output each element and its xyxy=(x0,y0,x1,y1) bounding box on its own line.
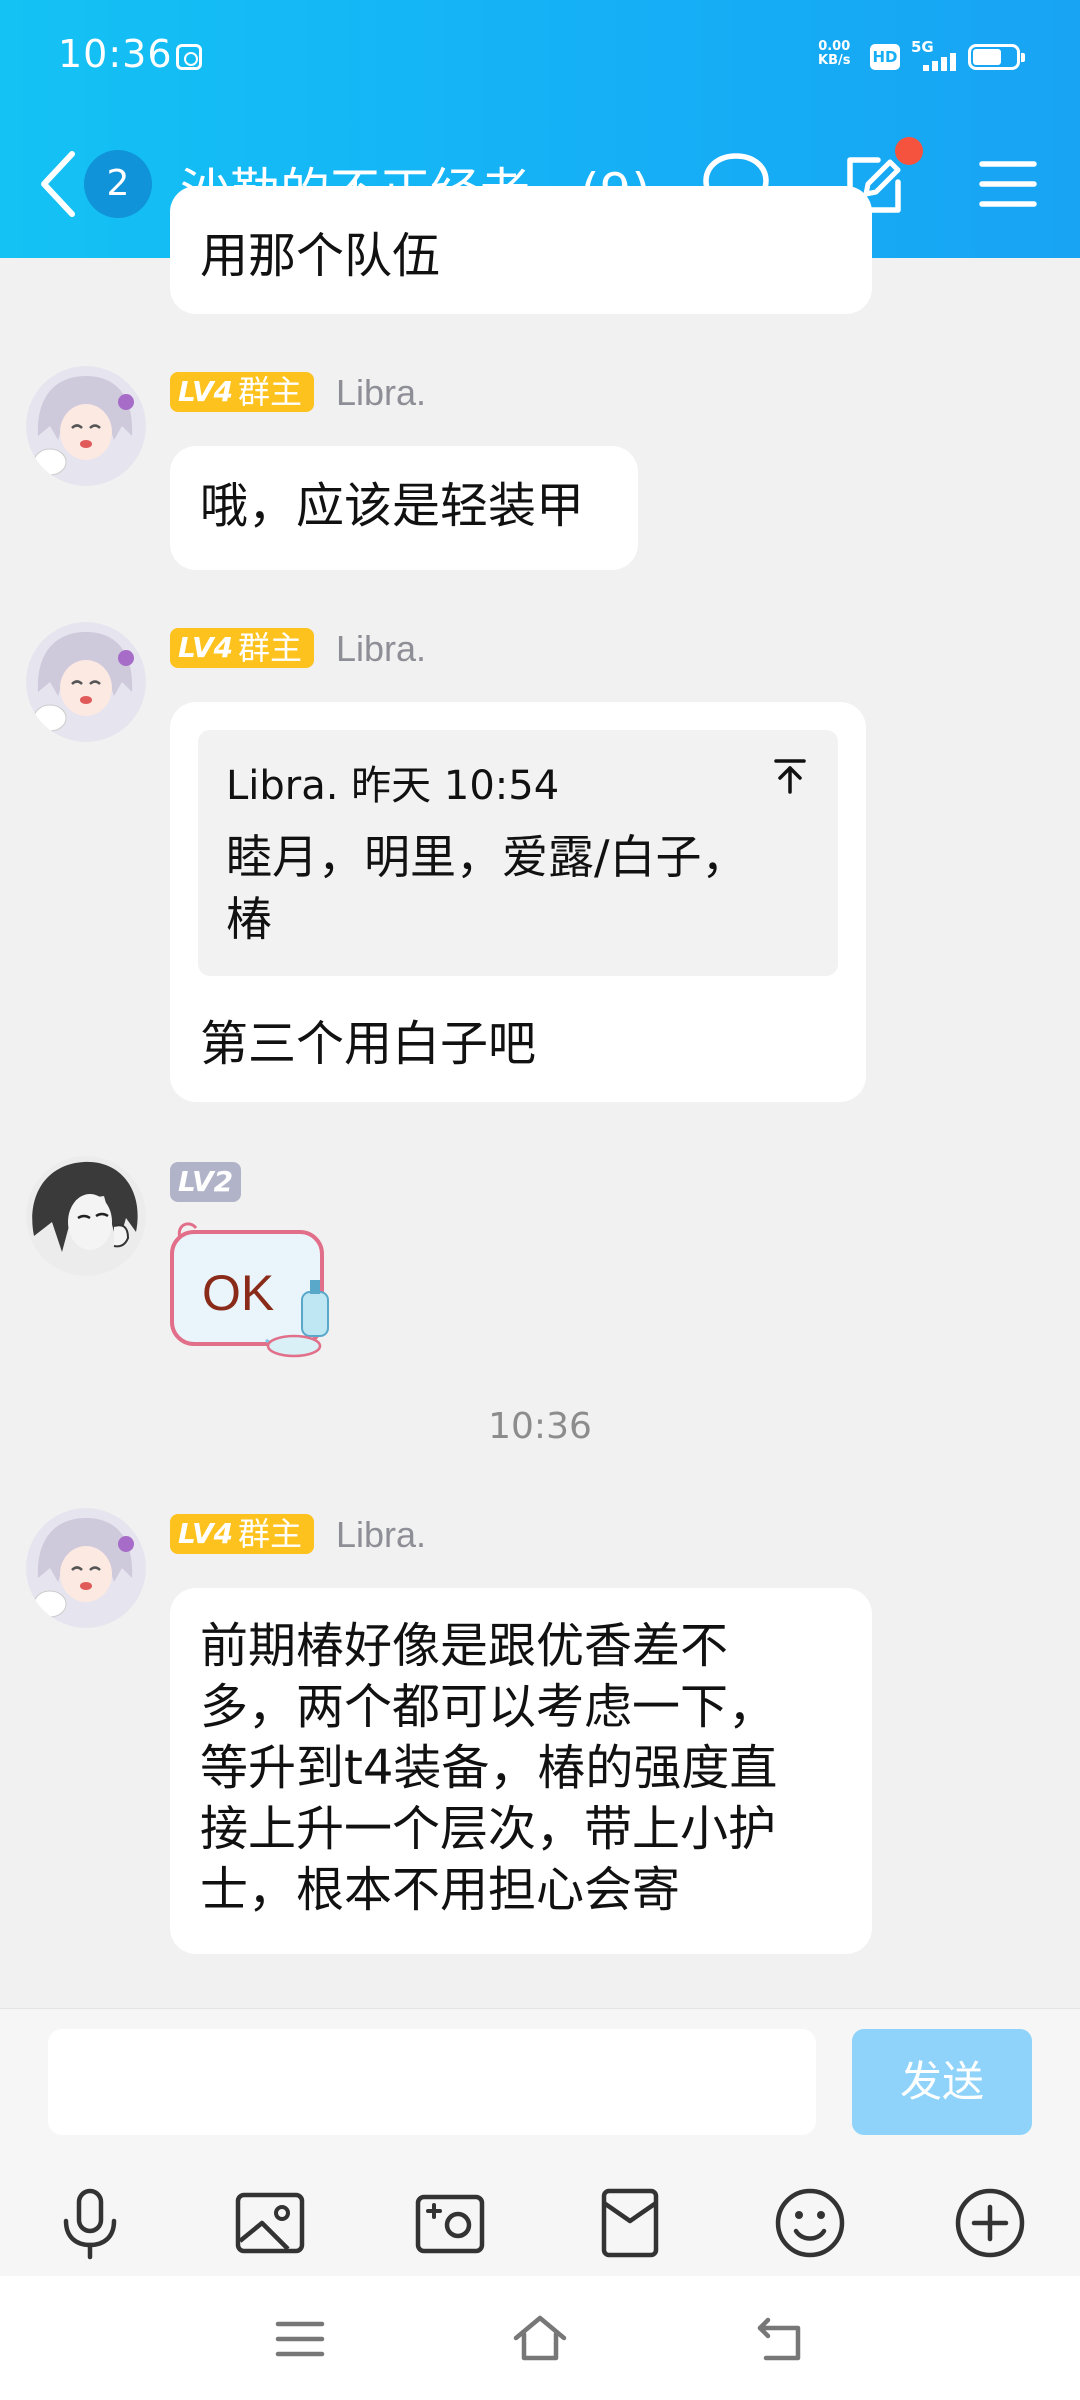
voice-button[interactable] xyxy=(52,2185,128,2261)
menu-button[interactable] xyxy=(972,148,1044,220)
red-packet-button[interactable] xyxy=(592,2185,668,2261)
sender-name[interactable]: Libra. xyxy=(336,1514,426,1556)
image-icon xyxy=(235,2192,305,2254)
back-button[interactable] xyxy=(36,148,80,220)
menu-icon xyxy=(979,161,1037,207)
message-text: 第三个用白子吧 xyxy=(200,1016,537,1072)
message-line: 接上升一个层次，带上小护 xyxy=(200,1801,777,1857)
quoted-message[interactable]: Libra. 昨天 10:54 睦月，明里，爱露/白子， 椿 xyxy=(198,730,838,976)
message-line: 士，根本不用担心会寄 xyxy=(200,1862,681,1918)
sticker-text: OK xyxy=(202,1265,274,1321)
network-speed: 0.00 KB/s xyxy=(818,40,850,68)
message-text: 哦，应该是轻装甲 xyxy=(200,478,585,534)
quote-text: 睦月，明里，爱露/白子， 椿 xyxy=(226,826,786,950)
level-badge: LV4 xyxy=(170,372,242,412)
red-packet-icon xyxy=(601,2188,659,2258)
home-button[interactable] xyxy=(512,2314,568,2364)
level-badge: LV2 xyxy=(170,1162,242,1202)
camera-icon xyxy=(415,2194,485,2254)
time-divider: 10:36 xyxy=(488,1406,592,1447)
message-bubble[interactable]: 哦，应该是轻装甲 xyxy=(170,446,638,570)
message-input[interactable] xyxy=(48,2029,816,2135)
avatar[interactable] xyxy=(26,1508,146,1628)
owner-badge: 群主 xyxy=(232,628,315,668)
quote-line: 睦月，明里，爱露/白子， xyxy=(226,830,748,884)
home-icon xyxy=(513,2315,567,2361)
avatar[interactable] xyxy=(26,622,146,742)
quote-author-time: Libra. 昨天 10:54 xyxy=(226,763,560,809)
message-line: 等升到t4装备，椿的强度直 xyxy=(200,1740,778,1796)
system-nav-bar xyxy=(0,2276,1080,2400)
microphone-icon xyxy=(63,2188,117,2260)
owner-badge: 群主 xyxy=(232,372,315,412)
system-back-button[interactable] xyxy=(752,2314,808,2364)
app-notification-icon xyxy=(176,44,202,70)
network-speed-unit: KB/s xyxy=(818,53,851,68)
ok-sticker[interactable]: OK xyxy=(166,1218,340,1362)
return-icon xyxy=(757,2317,801,2361)
message-text: 用那个队伍 xyxy=(200,228,441,284)
jump-to-quote-icon[interactable] xyxy=(772,756,808,796)
recent-apps-button[interactable] xyxy=(272,2314,328,2364)
camera-button[interactable] xyxy=(412,2185,488,2261)
message-line: 多，两个都可以考虑一下， xyxy=(200,1679,777,1735)
network-speed-value: 0.00 xyxy=(818,39,851,54)
quote-line: 椿 xyxy=(226,892,272,946)
recent-apps-icon xyxy=(275,2321,325,2357)
message-bubble[interactable]: 前期椿好像是跟优香差不 多，两个都可以考虑一下， 等升到t4装备，椿的强度直 接… xyxy=(170,1588,872,1954)
plus-icon xyxy=(955,2188,1025,2258)
image-button[interactable] xyxy=(232,2185,308,2261)
message-bubble[interactable]: 用那个队伍 xyxy=(170,186,872,314)
sender-name[interactable]: Libra. xyxy=(336,372,426,414)
send-button[interactable]: 发送 xyxy=(852,2029,1032,2135)
notification-dot xyxy=(895,137,923,165)
avatar[interactable] xyxy=(26,1156,146,1276)
owner-badge: 群主 xyxy=(232,1514,315,1554)
message-line: 前期椿好像是跟优香差不 xyxy=(200,1618,729,1674)
reply-message-bubble[interactable]: Libra. 昨天 10:54 睦月，明里，爱露/白子， 椿 第三个用白子吧 xyxy=(170,702,866,1102)
status-time: 10:36 xyxy=(58,32,173,76)
avatar[interactable] xyxy=(26,366,146,486)
level-badge: LV4 xyxy=(170,1514,242,1554)
battery-icon xyxy=(968,44,1025,70)
message-text: 前期椿好像是跟优香差不 多，两个都可以考虑一下， 等升到t4装备，椿的强度直 接… xyxy=(200,1616,777,1921)
emoji-button[interactable] xyxy=(772,2185,848,2261)
level-badge: LV4 xyxy=(170,628,242,668)
signal-icon: 5G xyxy=(911,38,959,72)
back-icon xyxy=(41,151,75,217)
emoji-icon xyxy=(775,2188,845,2258)
unread-count-badge[interactable]: 2 xyxy=(84,150,152,218)
more-button[interactable] xyxy=(952,2185,1028,2261)
input-area: 发送 xyxy=(0,2008,1080,2276)
sender-name[interactable]: Libra. xyxy=(336,628,426,670)
hd-icon: HD xyxy=(870,44,900,70)
